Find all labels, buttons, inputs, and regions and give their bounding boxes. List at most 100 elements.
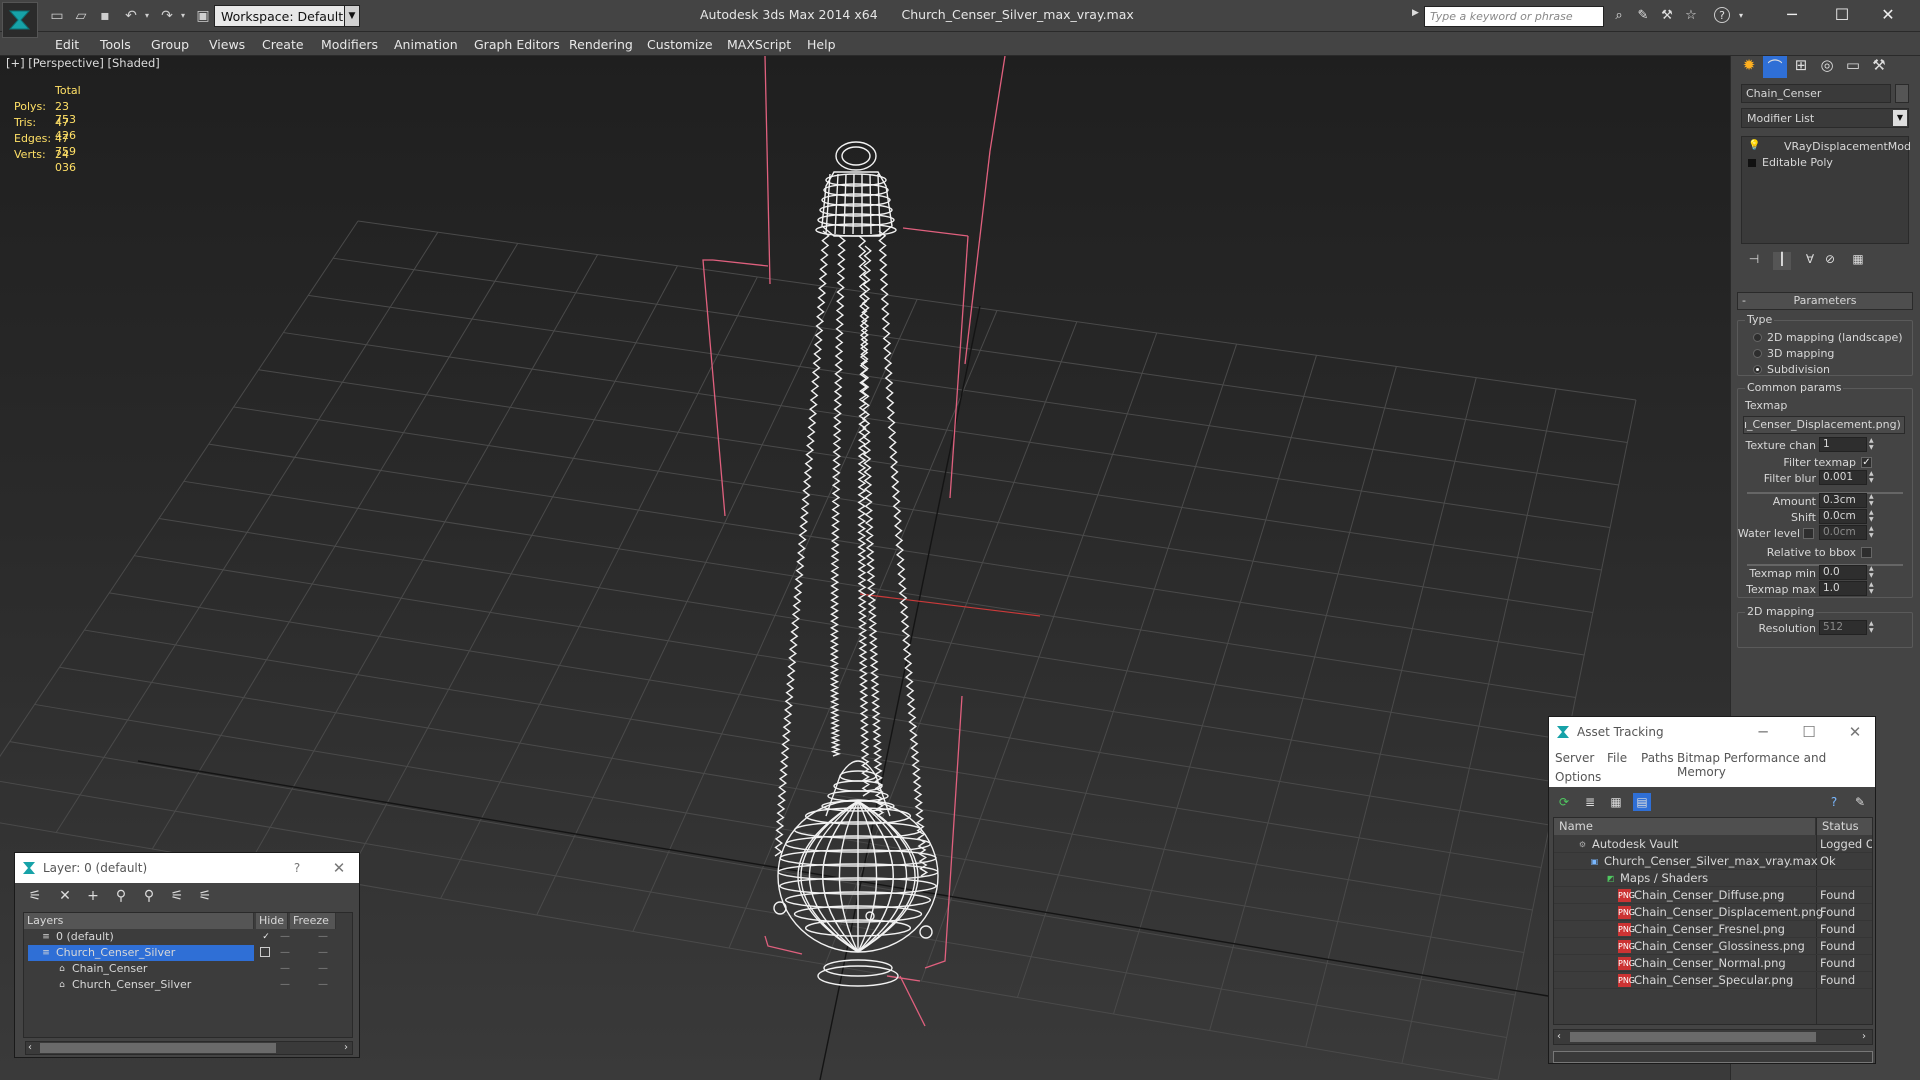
project-folder-icon[interactable]: ▣ xyxy=(194,7,212,25)
menu-file[interactable]: File xyxy=(1607,751,1627,765)
workspace-dropdown[interactable]: Workspace: Default xyxy=(214,5,360,27)
minimize-icon[interactable]: ─ xyxy=(1770,2,1814,28)
help-icon[interactable]: ? xyxy=(1825,793,1843,811)
layer-row[interactable]: ⌂ Chain_Censer — — xyxy=(24,961,352,977)
object-name-field[interactable]: Chain_Censer xyxy=(1741,84,1891,103)
make-unique-icon[interactable]: ∀ xyxy=(1801,252,1819,270)
shift-spinner[interactable]: 0.0cm xyxy=(1819,509,1867,524)
object-color-swatch[interactable] xyxy=(1895,84,1909,103)
asset-row-max-file[interactable]: ▣ Church_Censer_Silver_max_vray.max Ok xyxy=(1554,853,1872,870)
communication-icon[interactable]: ⚒ xyxy=(1658,7,1676,25)
asset-window-titlebar[interactable]: Asset Tracking ─ ☐ ✕ xyxy=(1549,717,1875,747)
subscription-icon[interactable]: ✎ xyxy=(1634,7,1652,25)
refresh-icon[interactable]: ⟳ xyxy=(1555,793,1573,811)
relative-bbox-checkbox[interactable] xyxy=(1861,547,1872,558)
spinner-arrows-icon[interactable]: ▲ ▼ xyxy=(1869,525,1877,540)
menu-create[interactable]: Create xyxy=(262,37,304,52)
asset-row-map[interactable]: PNG Chain_Censer_Diffuse.png Found xyxy=(1554,887,1872,904)
spinner-arrows-icon[interactable]: ▲ ▼ xyxy=(1869,493,1877,508)
column-header-hide[interactable]: Hide xyxy=(256,913,288,929)
table-view-icon[interactable]: ▤ xyxy=(1633,793,1651,811)
menu-tools[interactable]: Tools xyxy=(100,37,131,52)
asset-row-map[interactable]: PNG Chain_Censer_Normal.png Found xyxy=(1554,955,1872,972)
help-dropdown-icon[interactable]: ✎ xyxy=(1851,793,1869,811)
hide-toggle[interactable]: — xyxy=(280,945,294,961)
menu-modifiers[interactable]: Modifiers xyxy=(321,37,378,52)
spinner-arrows-icon[interactable]: ▲ ▼ xyxy=(1869,581,1877,596)
layer-row[interactable]: ≡ Church_Censer_Silver — — xyxy=(24,945,352,961)
layer-new-icon[interactable]: ⚟ xyxy=(25,887,45,905)
menu-maxscript[interactable]: MAXScript xyxy=(727,37,791,52)
freeze-toggle[interactable]: — xyxy=(318,961,332,977)
list-view-icon[interactable]: ≣ xyxy=(1581,793,1599,811)
scroll-right-icon[interactable]: › xyxy=(344,1042,348,1053)
menu-group[interactable]: Group xyxy=(151,37,189,52)
hierarchy-tab-icon[interactable]: ⊞ xyxy=(1789,56,1813,78)
app-menu-button[interactable] xyxy=(2,2,38,38)
menu-options[interactable]: Options xyxy=(1555,770,1601,784)
modifier-list-dropdown[interactable]: Modifier List xyxy=(1741,108,1909,128)
utilities-tab-icon[interactable]: ⚒ xyxy=(1867,56,1891,78)
undo-dropdown-icon[interactable]: ▾ xyxy=(138,7,156,25)
texture-chan-spinner[interactable]: 1 xyxy=(1819,437,1867,452)
viewport-label[interactable]: [+] [Perspective] [Shaded] xyxy=(6,56,160,70)
close-icon[interactable]: ✕ xyxy=(1866,2,1910,28)
freeze-all-icon[interactable]: ⚟ xyxy=(195,887,215,905)
scroll-left-icon[interactable]: ‹ xyxy=(1557,1031,1561,1042)
lightbulb-icon[interactable]: 💡 xyxy=(1748,140,1760,152)
hide-all-icon[interactable]: ⚟ xyxy=(167,887,187,905)
create-tab-icon[interactable]: ✹ xyxy=(1737,56,1761,78)
configure-sets-icon[interactable]: ▦ xyxy=(1849,252,1867,270)
amount-spinner[interactable]: 0.3cm xyxy=(1819,493,1867,508)
asset-row-map[interactable]: PNG Chain_Censer_Glossiness.png Found xyxy=(1554,938,1872,955)
spinner-arrows-icon[interactable]: ▲ ▼ xyxy=(1869,509,1877,524)
asset-row-vault[interactable]: ⚙ Autodesk Vault Logged O xyxy=(1554,836,1872,853)
add-selection-icon[interactable]: + xyxy=(83,887,103,905)
hide-toggle[interactable]: — xyxy=(280,961,294,977)
menu-views[interactable]: Views xyxy=(209,37,245,52)
chevron-down-icon[interactable]: ▼ xyxy=(344,5,360,27)
menu-bitmap-performance[interactable]: Bitmap Performance and Memory xyxy=(1677,751,1875,779)
delete-layer-icon[interactable]: ✕ xyxy=(55,887,75,905)
spinner-arrows-icon[interactable]: ▲ ▼ xyxy=(1869,470,1877,485)
resolution-spinner[interactable]: 512 xyxy=(1819,620,1867,635)
freeze-toggle[interactable]: — xyxy=(318,977,332,993)
menu-customize[interactable]: Customize xyxy=(647,37,713,52)
asset-row-map[interactable]: PNG Chain_Censer_Specular.png Found xyxy=(1554,972,1872,989)
scroll-right-icon[interactable]: › xyxy=(1862,1031,1866,1042)
maximize-icon[interactable]: ☐ xyxy=(1820,2,1864,28)
scrollbar-thumb[interactable] xyxy=(1570,1032,1816,1042)
menu-server[interactable]: Server xyxy=(1555,751,1594,765)
modify-tab-icon[interactable]: ⌒ xyxy=(1763,56,1787,78)
help-icon[interactable]: ? xyxy=(283,858,311,878)
pin-stack-icon[interactable]: ⊣ xyxy=(1745,252,1763,270)
stack-item-editable-poly[interactable]: Editable Poly xyxy=(1744,155,1906,171)
close-icon[interactable]: ✕ xyxy=(325,858,353,878)
column-header-freeze[interactable]: Freeze xyxy=(290,913,336,929)
favorites-star-icon[interactable]: ☆ xyxy=(1682,7,1700,25)
layer-window-titlebar[interactable]: Layer: 0 (default) ? ✕ xyxy=(15,853,359,883)
freeze-toggle[interactable]: — xyxy=(318,945,332,961)
hide-toggle[interactable]: — xyxy=(280,929,294,945)
help-dropdown-icon[interactable]: ▾ xyxy=(1732,7,1750,25)
texmap-max-spinner[interactable]: 1.0 xyxy=(1819,581,1867,596)
menu-animation[interactable]: Animation xyxy=(394,37,458,52)
display-tab-icon[interactable]: ▭ xyxy=(1841,56,1865,78)
motion-tab-icon[interactable]: ◎ xyxy=(1815,56,1839,78)
redo-dropdown-icon[interactable]: ▾ xyxy=(174,7,192,25)
menu-paths[interactable]: Paths xyxy=(1641,751,1674,765)
spinner-arrows-icon[interactable]: ▲ ▼ xyxy=(1869,620,1877,635)
help-icon[interactable]: ? xyxy=(1714,7,1730,23)
asset-row-maps[interactable]: ◩ Maps / Shaders xyxy=(1554,870,1872,887)
minimize-icon[interactable]: ─ xyxy=(1749,722,1777,742)
spinner-arrows-icon[interactable]: ▲ ▼ xyxy=(1869,565,1877,580)
new-file-icon[interactable]: ▭ xyxy=(48,7,66,25)
remove-modifier-icon[interactable]: ⊘ xyxy=(1821,252,1839,270)
texmap-button[interactable]: ı_Censer_Displacement.png) xyxy=(1743,416,1905,434)
scroll-left-icon[interactable]: ‹ xyxy=(28,1042,32,1053)
menu-graph-editors[interactable]: Graph Editors xyxy=(474,37,560,52)
thumbnail-view-icon[interactable]: ▦ xyxy=(1607,793,1625,811)
menu-rendering[interactable]: Rendering xyxy=(569,37,633,52)
asset-path-field[interactable] xyxy=(1553,1051,1873,1063)
search-expand-icon[interactable]: ▶ xyxy=(1412,8,1422,24)
